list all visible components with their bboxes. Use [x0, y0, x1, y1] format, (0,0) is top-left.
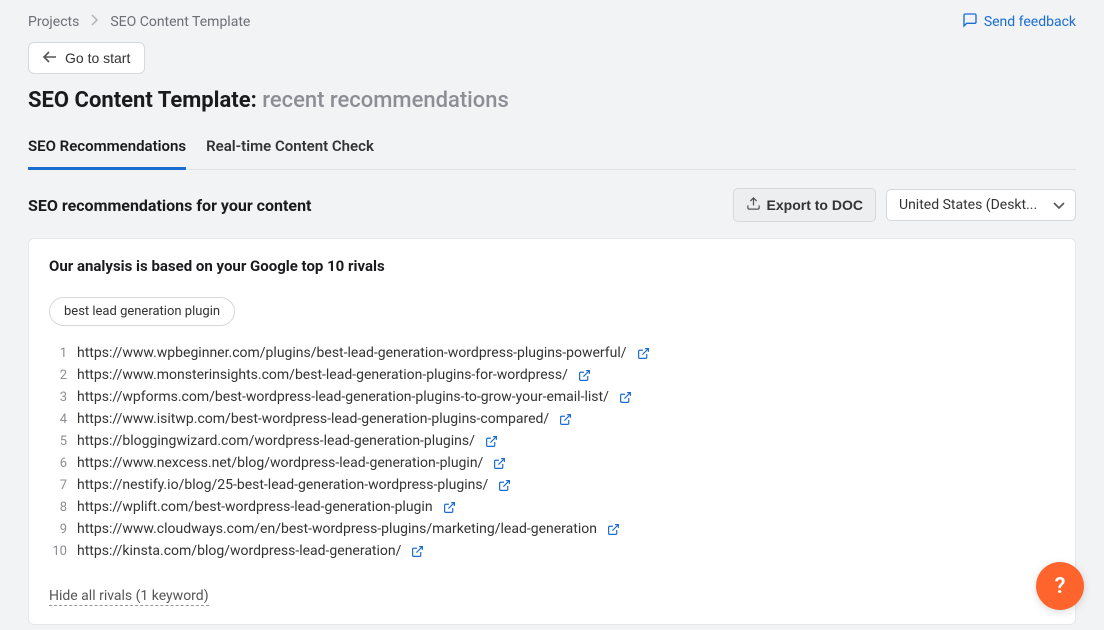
- country-select[interactable]: United States (Deskt...: [886, 189, 1076, 221]
- external-link-icon[interactable]: [443, 501, 456, 514]
- external-link-icon[interactable]: [619, 391, 632, 404]
- send-feedback-label: Send feedback: [984, 14, 1076, 30]
- section-heading: SEO recommendations for your content: [28, 196, 311, 215]
- external-link-icon[interactable]: [578, 369, 591, 382]
- rival-row: 6 https://www.nexcess.net/blog/wordpress-…: [49, 452, 1055, 474]
- rival-row: 2 https://www.monsterinsights.com/best-le…: [49, 364, 1055, 386]
- rivals-panel: Our analysis is based on your Google top…: [28, 238, 1076, 625]
- page-title: SEO Content Template: recent recommendat…: [28, 88, 1076, 113]
- rival-num: 2: [49, 368, 67, 383]
- tab-seo-recommendations[interactable]: SEO Recommendations: [28, 137, 186, 170]
- send-feedback-link[interactable]: Send feedback: [962, 12, 1076, 32]
- external-link-icon[interactable]: [607, 523, 620, 536]
- rival-row: 3 https://wpforms.com/best-wordpress-lead…: [49, 386, 1055, 408]
- chevron-down-icon: [1053, 197, 1065, 213]
- rival-num: 10: [49, 544, 67, 559]
- upload-icon: [746, 196, 761, 214]
- rival-num: 3: [49, 390, 67, 405]
- rival-num: 4: [49, 412, 67, 427]
- rival-url: https://www.nexcess.net/blog/wordpress-l…: [77, 455, 483, 471]
- country-select-label: United States (Deskt...: [899, 197, 1037, 213]
- go-to-start-button[interactable]: Go to start: [28, 42, 145, 74]
- rival-url: https://wpforms.com/best-wordpress-lead-…: [77, 389, 609, 405]
- rival-row: 8 https://wplift.com/best-wordpress-lead-…: [49, 496, 1055, 518]
- rival-num: 7: [49, 478, 67, 493]
- rival-url: https://bloggingwizard.com/wordpress-lea…: [77, 433, 475, 449]
- external-link-icon[interactable]: [559, 413, 572, 426]
- rival-num: 1: [49, 346, 67, 361]
- rival-row: 9 https://www.cloudways.com/en/best-wordp…: [49, 518, 1055, 540]
- rivals-list: 1 https://www.wpbeginner.com/plugins/best…: [49, 342, 1055, 562]
- rival-num: 8: [49, 500, 67, 515]
- breadcrumb-root[interactable]: Projects: [28, 14, 79, 30]
- rival-url: https://www.cloudways.com/en/best-wordpr…: [77, 521, 597, 537]
- rival-num: 5: [49, 434, 67, 449]
- go-to-start-label: Go to start: [65, 50, 130, 66]
- keyword-pill[interactable]: best lead generation plugin: [49, 297, 235, 326]
- help-fab[interactable]: ?: [1036, 562, 1084, 610]
- tabs: SEO Recommendations Real-time Content Ch…: [28, 137, 1076, 170]
- export-label: Export to DOC: [767, 197, 863, 213]
- rival-url: https://nestify.io/blog/25-best-lead-gen…: [77, 477, 488, 493]
- rival-row: 4 https://www.isitwp.com/best-wordpress-l…: [49, 408, 1055, 430]
- rival-row: 5 https://bloggingwizard.com/wordpress-le…: [49, 430, 1055, 452]
- external-link-icon[interactable]: [493, 457, 506, 470]
- rival-url: https://www.monsterinsights.com/best-lea…: [77, 367, 568, 383]
- external-link-icon[interactable]: [637, 347, 650, 360]
- feedback-icon: [962, 12, 978, 32]
- hide-rivals-link[interactable]: Hide all rivals (1 keyword): [49, 588, 209, 606]
- chevron-right-icon: [91, 14, 98, 30]
- breadcrumb: Projects SEO Content Template: [28, 14, 250, 30]
- arrow-left-icon: [43, 50, 57, 66]
- rival-row: 10 https://kinsta.com/blog/wordpress-lead…: [49, 540, 1055, 562]
- tab-content-check[interactable]: Real-time Content Check: [206, 137, 374, 169]
- breadcrumb-current[interactable]: SEO Content Template: [110, 14, 250, 30]
- rival-url: https://wplift.com/best-wordpress-lead-g…: [77, 499, 433, 515]
- external-link-icon[interactable]: [411, 545, 424, 558]
- panel-title: Our analysis is based on your Google top…: [49, 257, 1055, 275]
- external-link-icon[interactable]: [485, 435, 498, 448]
- rival-url: https://kinsta.com/blog/wordpress-lead-g…: [77, 543, 401, 559]
- rival-row: 7 https://nestify.io/blog/25-best-lead-ge…: [49, 474, 1055, 496]
- rival-url: https://www.wpbeginner.com/plugins/best-…: [77, 345, 627, 361]
- export-to-doc-button[interactable]: Export to DOC: [733, 188, 876, 222]
- rival-url: https://www.isitwp.com/best-wordpress-le…: [77, 411, 549, 427]
- rival-num: 9: [49, 522, 67, 537]
- rival-row: 1 https://www.wpbeginner.com/plugins/best…: [49, 342, 1055, 364]
- rival-num: 6: [49, 456, 67, 471]
- external-link-icon[interactable]: [498, 479, 511, 492]
